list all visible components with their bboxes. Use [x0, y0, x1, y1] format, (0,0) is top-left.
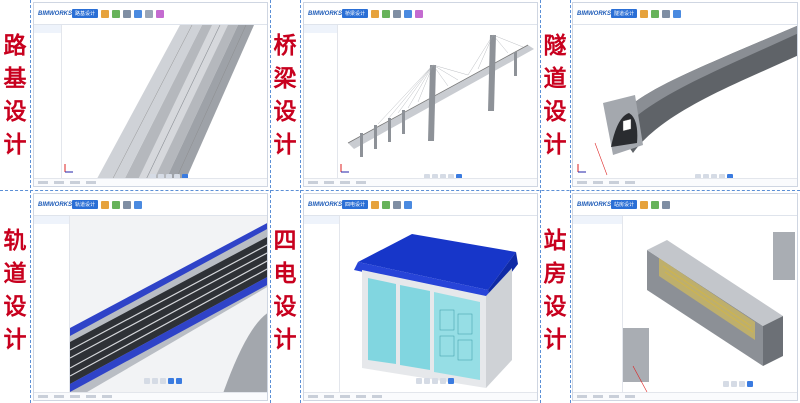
brand-logo: BIMWORKS: [308, 10, 342, 17]
toolbar-tool-icon[interactable]: [145, 9, 154, 18]
electric-room-3d-viewport[interactable]: [340, 216, 538, 401]
model-tree-panel: [34, 216, 70, 400]
tab-bridge-design[interactable]: 桥梁设计: [342, 9, 369, 18]
toolbar-tool-icon[interactable]: [156, 9, 165, 18]
toolbar-tool-icon[interactable]: [123, 9, 132, 18]
toolbar-tool-icon[interactable]: [371, 200, 380, 209]
axis-gizmo-icon: [64, 164, 73, 173]
bridge-3d-viewport[interactable]: [338, 25, 538, 187]
model-tree-panel: [304, 25, 338, 186]
view-control-icon[interactable]: [723, 380, 753, 388]
tab-electric-design[interactable]: 四电设计: [342, 200, 369, 209]
electric-design-label: 四电 设计: [273, 227, 297, 353]
status-bar: [34, 392, 267, 400]
toolbar-tool-icon[interactable]: [101, 200, 110, 209]
toolbar-tool-icon[interactable]: [101, 9, 110, 18]
toolbar-tool-icon[interactable]: [651, 9, 660, 18]
tab-track-design[interactable]: 轨道设计: [72, 200, 99, 209]
divider: [300, 0, 301, 403]
toolbar-tool-icon[interactable]: [640, 9, 649, 18]
toolbar-tool-icon[interactable]: [404, 200, 413, 209]
divider: [570, 0, 571, 403]
toolbar-tool-icon[interactable]: [404, 9, 413, 18]
view-control-icon[interactable]: [144, 377, 182, 385]
toolbar-tool-icon[interactable]: [134, 9, 143, 18]
status-bar: [304, 178, 537, 186]
tab-tunnel-design[interactable]: 隧道设计: [611, 9, 638, 18]
toolbar: BIMWORKS 四电设计: [304, 194, 537, 216]
station-design-label: 站房 设计: [543, 227, 567, 353]
status-bar: [573, 392, 797, 400]
electric-design-screenshot: BIMWORKS 四电设计: [303, 193, 538, 401]
toolbar: BIMWORKS 隧道设计: [573, 3, 797, 25]
toolbar: BIMWORKS 轨道设计: [34, 194, 267, 216]
toolbar-tool-icon[interactable]: [112, 200, 121, 209]
status-bar: [304, 392, 537, 400]
toolbar-tool-icon[interactable]: [415, 9, 424, 18]
view-control-icon[interactable]: [416, 377, 454, 385]
toolbar-tool-icon[interactable]: [393, 200, 402, 209]
bridge-design-label: 桥梁 设计: [273, 32, 297, 158]
toolbar: BIMWORKS 路基设计: [34, 3, 267, 25]
station-3d-viewport[interactable]: [623, 216, 798, 401]
design-modules-collage: 路基 设计 BIMWORKS 路基设计 桥 梁 设 计 BIMWORKS 桥梁设…: [0, 0, 800, 403]
tunnel-design-screenshot: BIMWORKS 隧道设计: [572, 2, 798, 187]
status-bar: [34, 178, 267, 186]
toolbar: BIMWORKS 站房设计: [573, 194, 797, 216]
toolbar-tool-icon[interactable]: [640, 200, 649, 209]
brand-logo: BIMWORKS: [308, 201, 342, 208]
toolbar-tool-icon[interactable]: [123, 200, 132, 209]
toolbar-tool-icon[interactable]: [393, 9, 402, 18]
tab-road-design[interactable]: 路基设计: [72, 9, 99, 18]
station-design-screenshot: BIMWORKS 站房设计: [572, 193, 798, 401]
track-3d-viewport[interactable]: [70, 216, 268, 401]
road-design-screenshot: BIMWORKS 路基设计: [33, 2, 268, 187]
toolbar-tool-icon[interactable]: [662, 9, 671, 18]
status-bar: [573, 178, 797, 186]
toolbar-tool-icon[interactable]: [134, 200, 143, 209]
toolbar: BIMWORKS 桥梁设计: [304, 3, 537, 25]
tunnel-3d-viewport[interactable]: [573, 25, 798, 187]
track-design-label: 轨道 设计: [3, 227, 27, 353]
road-design-label: 路基 设计: [3, 32, 27, 158]
axis-gizmo-icon: [340, 164, 349, 173]
road-3d-viewport[interactable]: [62, 25, 268, 187]
brand-logo: BIMWORKS: [38, 201, 72, 208]
tunnel-design-label: 隧道 设计: [543, 32, 567, 158]
toolbar-tool-icon[interactable]: [112, 9, 121, 18]
brand-logo: BIMWORKS: [577, 10, 611, 17]
toolbar-tool-icon[interactable]: [382, 200, 391, 209]
toolbar-tool-icon[interactable]: [382, 9, 391, 18]
model-tree-panel: [304, 216, 340, 400]
divider: [0, 190, 800, 191]
axis-gizmo-icon: [577, 164, 586, 173]
track-design-screenshot: BIMWORKS 轨道设计: [33, 193, 268, 401]
model-tree-panel: [573, 216, 623, 400]
toolbar-tool-icon[interactable]: [662, 200, 671, 209]
toolbar-tool-icon[interactable]: [673, 9, 682, 18]
divider: [30, 0, 31, 403]
bridge-design-screenshot: BIMWORKS 桥梁设计: [303, 2, 538, 187]
toolbar-tool-icon[interactable]: [651, 200, 660, 209]
brand-logo: BIMWORKS: [38, 10, 72, 17]
model-tree-panel: [34, 25, 62, 186]
tab-station-design[interactable]: 站房设计: [611, 200, 638, 209]
brand-logo: BIMWORKS: [577, 201, 611, 208]
toolbar-tool-icon[interactable]: [371, 9, 380, 18]
